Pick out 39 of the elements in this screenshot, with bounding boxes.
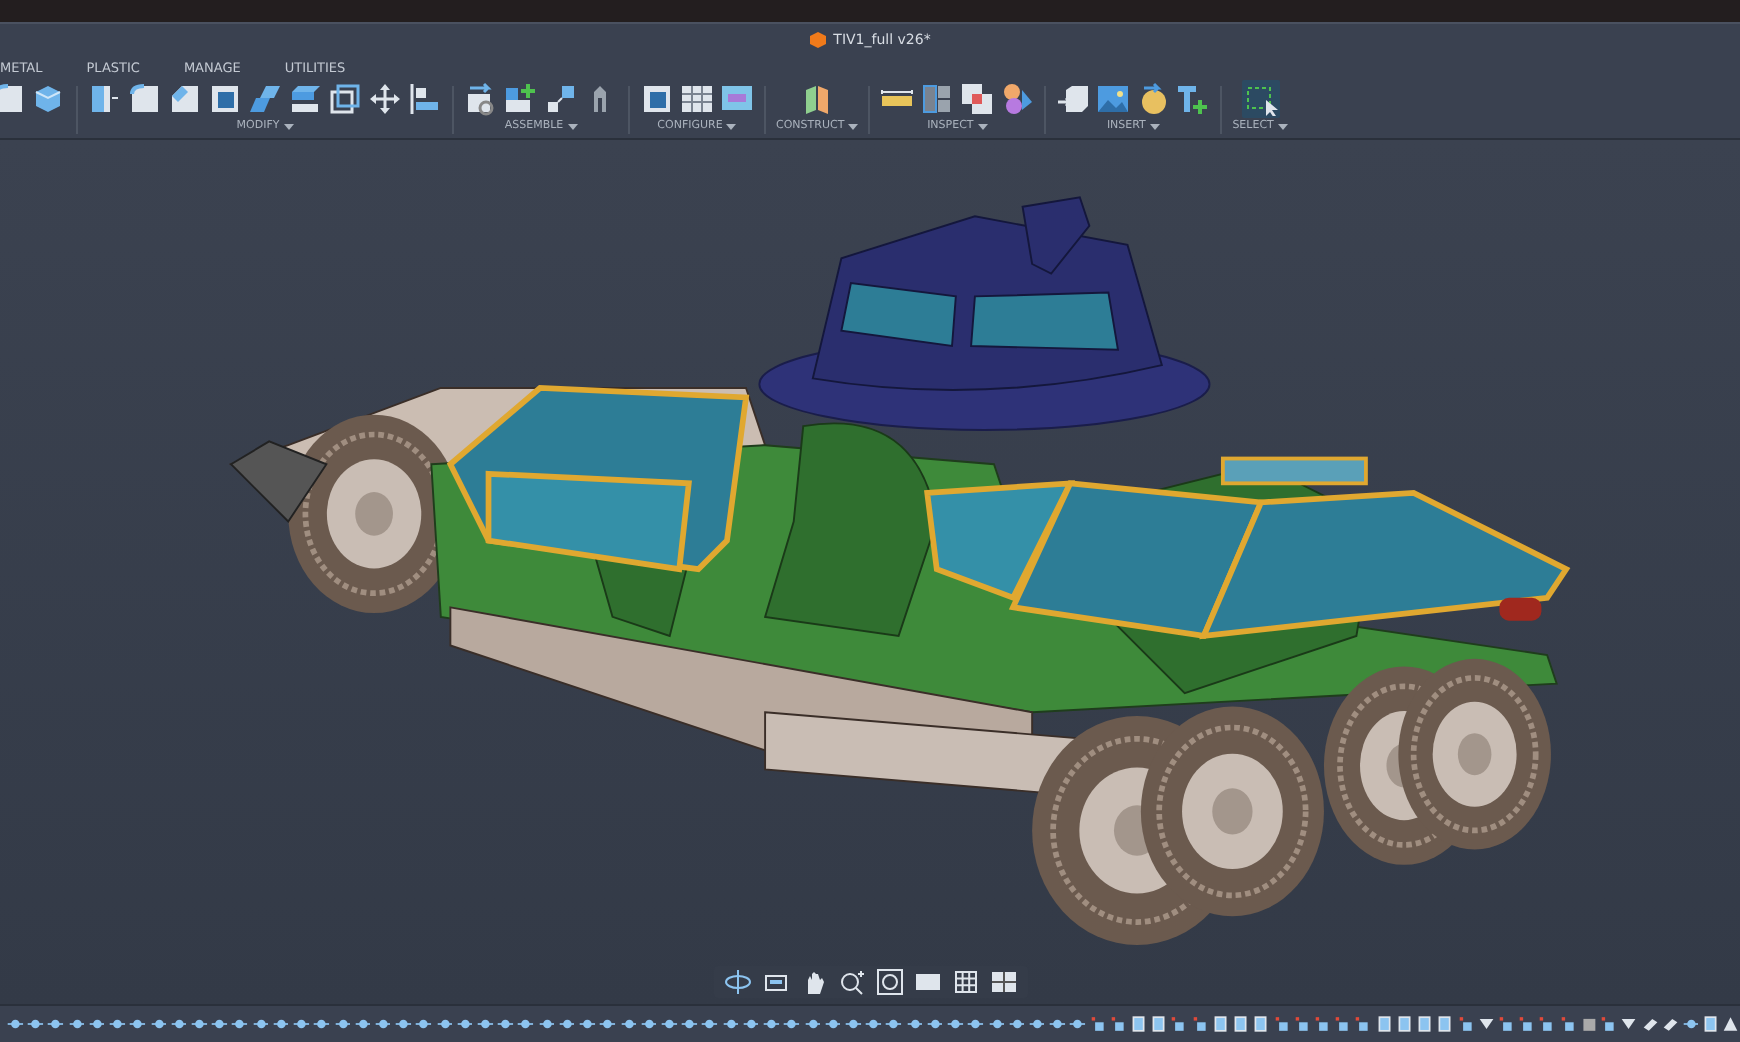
fillet-icon[interactable] (128, 81, 162, 115)
display-icon[interactable] (913, 968, 941, 996)
shell-icon[interactable] (208, 81, 242, 115)
zoom-icon[interactable] (837, 968, 865, 996)
caret-icon (848, 123, 859, 129)
viewports-icon[interactable] (989, 968, 1017, 996)
offset-squares-icon[interactable] (544, 81, 578, 115)
orbit-icon[interactable] (723, 968, 751, 996)
split-body-icon[interactable] (88, 81, 122, 115)
caret-icon (1149, 123, 1160, 129)
box-outline-icon[interactable] (328, 81, 362, 115)
insert-block-icon[interactable] (1056, 81, 1091, 115)
new-component-icon[interactable] (504, 81, 538, 115)
caret-icon (567, 123, 578, 129)
shapes-icon[interactable] (1000, 81, 1035, 115)
chamfer-icon[interactable] (168, 81, 202, 115)
fit-icon[interactable] (875, 968, 903, 996)
cube-icon (809, 32, 826, 48)
shell-icon[interactable] (640, 81, 674, 115)
insert-shape-plus-icon[interactable] (1176, 81, 1211, 115)
cube-icon[interactable] (32, 81, 66, 115)
caret-icon (726, 123, 737, 129)
selection-tool-button[interactable] (1241, 79, 1280, 117)
fillet-icon[interactable] (0, 81, 26, 115)
joint-icon[interactable] (464, 81, 498, 115)
caret-icon (283, 123, 294, 129)
move-arrows-icon[interactable] (368, 81, 402, 115)
align-icon[interactable] (408, 81, 442, 115)
caret-icon (1277, 123, 1288, 129)
table-icon[interactable] (680, 81, 714, 115)
grid-icon[interactable] (951, 968, 979, 996)
stacked-plates-icon[interactable] (288, 81, 322, 115)
overlapping-squares-icon[interactable] (960, 81, 995, 115)
selection-box-icon (1243, 81, 1278, 115)
image-icon[interactable] (1096, 81, 1131, 115)
yarn-ball-icon[interactable] (1136, 81, 1171, 115)
caret-icon (977, 123, 988, 129)
press-pull-icon[interactable] (248, 81, 282, 115)
triangle-icon[interactable] (1722, 1014, 1740, 1034)
